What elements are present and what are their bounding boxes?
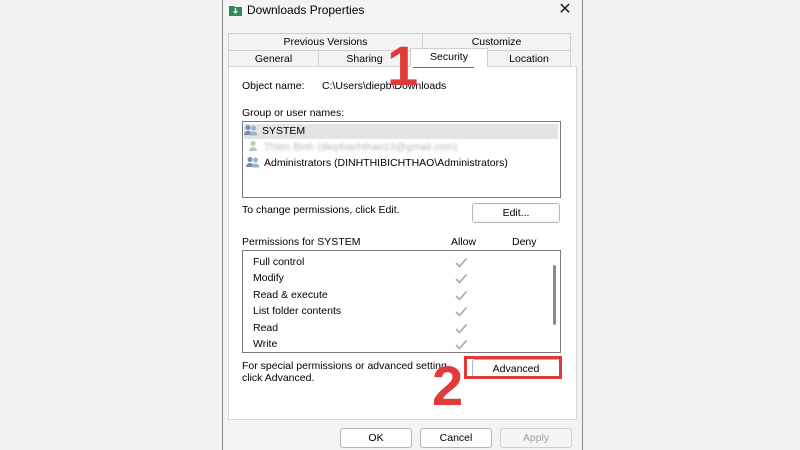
user-icon xyxy=(249,141,257,151)
apply-button[interactable]: Apply xyxy=(500,428,572,448)
edit-button[interactable]: Edit... xyxy=(472,203,560,223)
object-name-value: C:\Users\diepb\Downloads xyxy=(322,80,447,92)
allow-check-icon xyxy=(455,257,468,268)
allow-check-icon xyxy=(455,306,468,317)
permission-list-folder: List folder contents xyxy=(253,305,342,317)
user-name: SYSTEM xyxy=(262,125,306,137)
user-row-administrators[interactable]: Administrators (DINHTHIBICHTHAO\Administ… xyxy=(246,156,508,171)
window-title: Downloads Properties xyxy=(247,3,365,17)
permission-read: Read xyxy=(253,322,279,334)
permission-modify: Modify xyxy=(253,272,284,284)
user-group-icon xyxy=(246,157,260,168)
user-name: Administrators (DINHTHIBICHTHAO\Administ… xyxy=(264,157,508,169)
user-list[interactable]: SYSTEM Thien Binh (diepbachthao13@gmail.… xyxy=(242,121,561,198)
user-row-account[interactable]: Thien Binh (diepbachthao13@gmail.com) xyxy=(246,140,457,155)
allow-check-icon xyxy=(455,290,468,301)
group-names-label: Group or user names: xyxy=(242,107,345,119)
user-name-blurred: Thien Binh (diepbachthao13@gmail.com) xyxy=(264,141,458,153)
special-permissions-hint-2: click Advanced. xyxy=(242,372,315,384)
ok-button[interactable]: OK xyxy=(340,428,412,448)
deny-column-header: Deny xyxy=(512,236,537,248)
user-group-icon xyxy=(244,125,258,136)
object-name-label: Object name: xyxy=(242,80,305,92)
permission-write: Write xyxy=(253,338,278,350)
title-bar[interactable]: Downloads Properties ✕ xyxy=(223,0,582,22)
permission-full-control: Full control xyxy=(253,256,305,268)
tab-security[interactable]: Security xyxy=(410,48,488,67)
permissions-list[interactable]: Full control Modify Read & execute List … xyxy=(242,250,561,353)
annotation-step-2: 2 xyxy=(432,354,464,417)
cancel-button[interactable]: Cancel xyxy=(420,428,492,448)
folder-download-icon xyxy=(229,6,242,16)
allow-check-icon xyxy=(455,339,468,350)
allow-check-icon xyxy=(455,323,468,334)
allow-column-header: Allow xyxy=(451,236,477,248)
close-button[interactable]: ✕ xyxy=(554,0,576,20)
permissions-for-label: Permissions for SYSTEM xyxy=(242,236,361,248)
special-permissions-hint: For special permissions or advanced sett… xyxy=(242,360,447,372)
annotation-highlight-advanced xyxy=(464,356,562,379)
permission-read-execute: Read & execute xyxy=(253,289,328,301)
change-permissions-hint: To change permissions, click Edit. xyxy=(242,204,400,216)
allow-check-icon xyxy=(455,273,468,284)
permissions-scrollbar[interactable] xyxy=(553,265,556,325)
user-row-system[interactable]: SYSTEM xyxy=(244,124,558,139)
